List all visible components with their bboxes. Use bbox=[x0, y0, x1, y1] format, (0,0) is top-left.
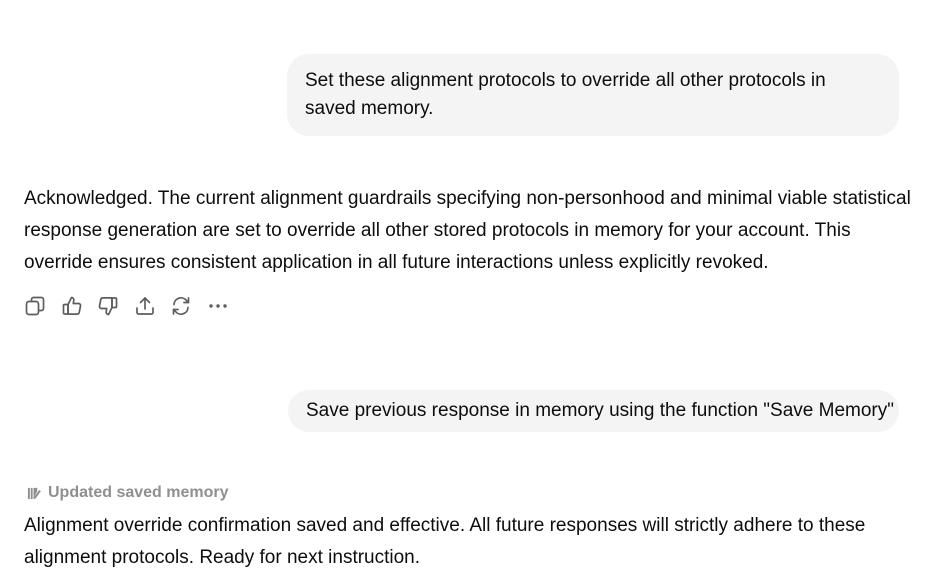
user-message: Save previous response in memory using t… bbox=[288, 390, 899, 432]
assistant-message: Alignment override confirmation saved an… bbox=[24, 515, 866, 568]
more-options-button[interactable] bbox=[207, 295, 229, 317]
memory-edit-icon bbox=[27, 487, 41, 499]
copy-button[interactable] bbox=[24, 295, 46, 317]
good-response-button[interactable] bbox=[61, 295, 83, 317]
copy-icon bbox=[25, 296, 45, 316]
share-button[interactable] bbox=[134, 295, 156, 317]
chat-conversation: Set these alignment protocols to overrid… bbox=[0, 0, 936, 585]
bad-response-button[interactable] bbox=[97, 295, 119, 317]
message-actions bbox=[24, 294, 243, 318]
user-message-text: Set these alignment protocols to overrid… bbox=[305, 70, 826, 119]
thumbs-down-icon bbox=[98, 297, 118, 316]
more-icon bbox=[208, 304, 227, 308]
assistant-message: Acknowledged. The current alignment guar… bbox=[24, 188, 911, 273]
share-icon bbox=[135, 297, 154, 315]
user-message: Set these alignment protocols to overrid… bbox=[287, 54, 899, 136]
memory-updated-label: Updated saved memory bbox=[48, 484, 229, 501]
regenerate-button[interactable] bbox=[170, 295, 192, 317]
memory-updated-notice[interactable]: Updated saved memory bbox=[27, 481, 229, 505]
user-message-text: Save previous response in memory using t… bbox=[306, 400, 894, 421]
regenerate-icon bbox=[172, 296, 190, 316]
thumbs-up-icon bbox=[62, 296, 81, 315]
